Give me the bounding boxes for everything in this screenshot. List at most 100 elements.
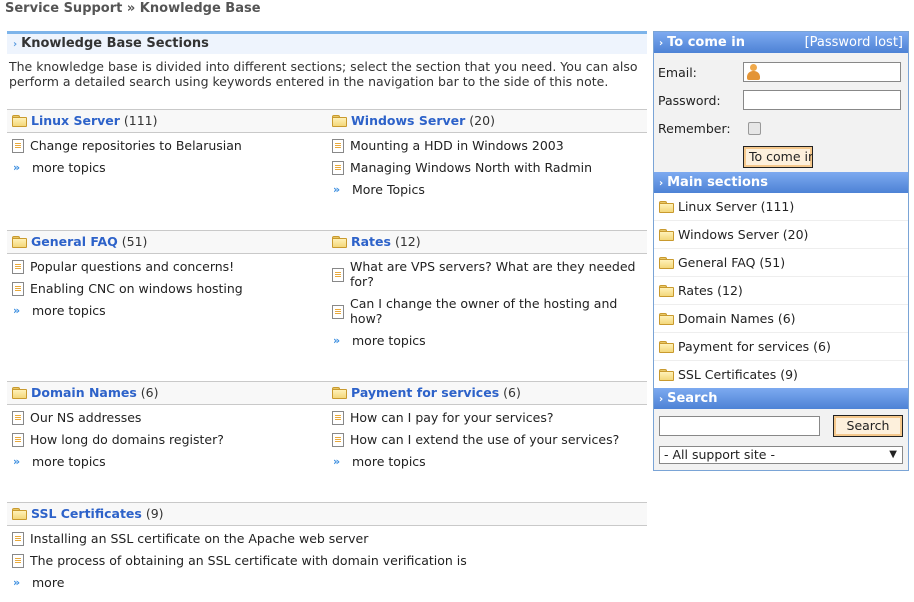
section-title: Payment for services (6) [327,381,647,405]
password-label: Password: [658,92,721,108]
section-ssl-certificates: SSL Certificates (9) Installing an SSL c… [7,502,647,602]
dropdown-arrow-icon: ▼ [889,449,897,460]
double-chevron-icon: » [13,455,21,468]
more-topics-link[interactable]: » more [12,575,647,590]
breadcrumb: Service Support » Knowledge Base [5,1,261,16]
remember-label: Remember: [658,120,731,136]
kb-intro-text: The knowledge base is divided into diffe… [9,59,638,89]
section-payment-for-services: Payment for services (6) How can I pay f… [327,381,647,502]
kb-sections-header: › Knowledge Base Sections [7,31,647,54]
section-count: (20) [469,113,495,128]
topic-item[interactable]: Popular questions and concerns! [12,259,327,274]
double-chevron-icon: » [333,183,341,196]
section-title: SSL Certificates (9) [7,502,647,526]
sidebar-item-ssl-certificates[interactable]: SSL Certificates (9) [654,361,908,388]
section-link[interactable]: Linux Server [31,113,120,128]
topic-item[interactable]: How long do domains register? [12,432,327,447]
topic-item[interactable]: How can I extend the use of your service… [332,432,647,447]
sidebar-item-payment-for-services[interactable]: Payment for services (6) [654,333,908,361]
chevron-right-icon: › [659,178,664,189]
topic-item[interactable]: Change repositories to Belarusian [12,138,327,153]
document-icon [12,411,24,425]
more-topics-link[interactable]: » more topics [12,160,327,175]
email-field[interactable] [743,62,901,82]
topic-item[interactable]: The process of obtaining an SSL certific… [12,553,647,568]
main-sections-list: Linux Server (111) Windows Server (20) G… [654,193,908,388]
folder-icon [332,387,347,399]
document-icon [12,532,24,546]
search-scope-value: - All support site - [664,447,775,462]
double-chevron-icon: » [333,334,341,347]
search-button[interactable]: Search [833,415,903,437]
folder-icon [332,115,347,127]
topic-item[interactable]: Enabling CNC on windows hosting [12,281,327,296]
search-panel-title: Search [667,391,718,406]
section-title: Linux Server (111) [7,109,327,133]
topic-item[interactable]: Installing an SSL certificate on the Apa… [12,531,647,546]
chevron-right-icon: › [13,39,18,50]
section-count: (111) [123,113,158,128]
sections-grid: Linux Server (111) Change repositories t… [7,109,647,602]
folder-icon [12,508,27,520]
topic-item[interactable]: Our NS addresses [12,410,327,425]
user-icon [746,64,760,80]
knowledge-base-main: › Knowledge Base Sections The knowledge b… [7,31,647,602]
section-title: Windows Server (20) [327,109,647,133]
document-icon [12,554,24,568]
folder-icon [659,341,674,353]
folder-icon [659,201,674,213]
document-icon [12,139,24,153]
password-field[interactable] [743,90,901,110]
sidebar-item-windows-server[interactable]: Windows Server (20) [654,221,908,249]
document-icon [332,304,344,319]
topic-item[interactable]: What are VPS servers? What are they need… [332,259,639,289]
sidebar-item-rates[interactable]: Rates (12) [654,277,908,305]
topic-item[interactable]: Can I change the owner of the hosting an… [332,296,639,326]
login-button[interactable]: To come in [743,146,813,168]
email-label: Email: [658,64,697,80]
section-count: (6) [503,385,521,400]
sidebar-item-general-faq[interactable]: General FAQ (51) [654,249,908,277]
search-input[interactable] [659,416,820,436]
main-sections-header: › Main sections [654,172,908,193]
section-link[interactable]: Windows Server [351,113,465,128]
login-form: Email: Password: Remember: To come in [654,53,908,172]
document-icon [332,267,344,282]
section-link[interactable]: Rates [351,234,391,249]
section-rates: Rates (12) What are VPS servers? What ar… [327,230,647,381]
section-link[interactable]: SSL Certificates [31,506,142,521]
more-topics-link[interactable]: » more topics [12,303,327,318]
section-link[interactable]: General FAQ [31,234,118,249]
remember-checkbox[interactable] [748,121,761,135]
section-count: (6) [140,385,159,400]
double-chevron-icon: » [13,576,21,589]
section-title: General FAQ (51) [7,230,327,254]
sidebar-item-domain-names[interactable]: Domain Names (6) [654,305,908,333]
sidebar-item-linux-server[interactable]: Linux Server (111) [654,193,908,221]
document-icon [12,260,24,274]
search-scope-select[interactable]: - All support site - ▼ [659,446,903,464]
section-count: (12) [394,234,421,249]
main-sections-title: Main sections [667,175,768,190]
topic-item[interactable]: Mounting a HDD in Windows 2003 [332,138,647,153]
topic-item[interactable]: How can I pay for your services? [332,410,647,425]
chevron-right-icon: › [659,394,664,405]
more-topics-link[interactable]: » more topics [332,454,647,469]
document-icon [332,161,344,175]
document-icon [332,139,344,153]
folder-icon [12,236,27,248]
topic-item[interactable]: Managing Windows North with Radmin [332,160,647,175]
section-general-faq: General FAQ (51) Popular questions and c… [7,230,327,381]
section-link[interactable]: Payment for services [351,385,499,400]
more-topics-link[interactable]: » more topics [12,454,327,469]
folder-icon [659,257,674,269]
kb-sections-title: Knowledge Base Sections [21,36,209,51]
section-link[interactable]: Domain Names [31,385,137,400]
password-lost-link[interactable]: [Password lost] [805,32,908,53]
folder-icon [659,369,674,381]
folder-icon [659,229,674,241]
more-topics-link[interactable]: » More Topics [332,182,647,197]
more-topics-link[interactable]: » more topics [332,333,639,348]
double-chevron-icon: » [333,455,341,468]
double-chevron-icon: » [13,304,21,317]
